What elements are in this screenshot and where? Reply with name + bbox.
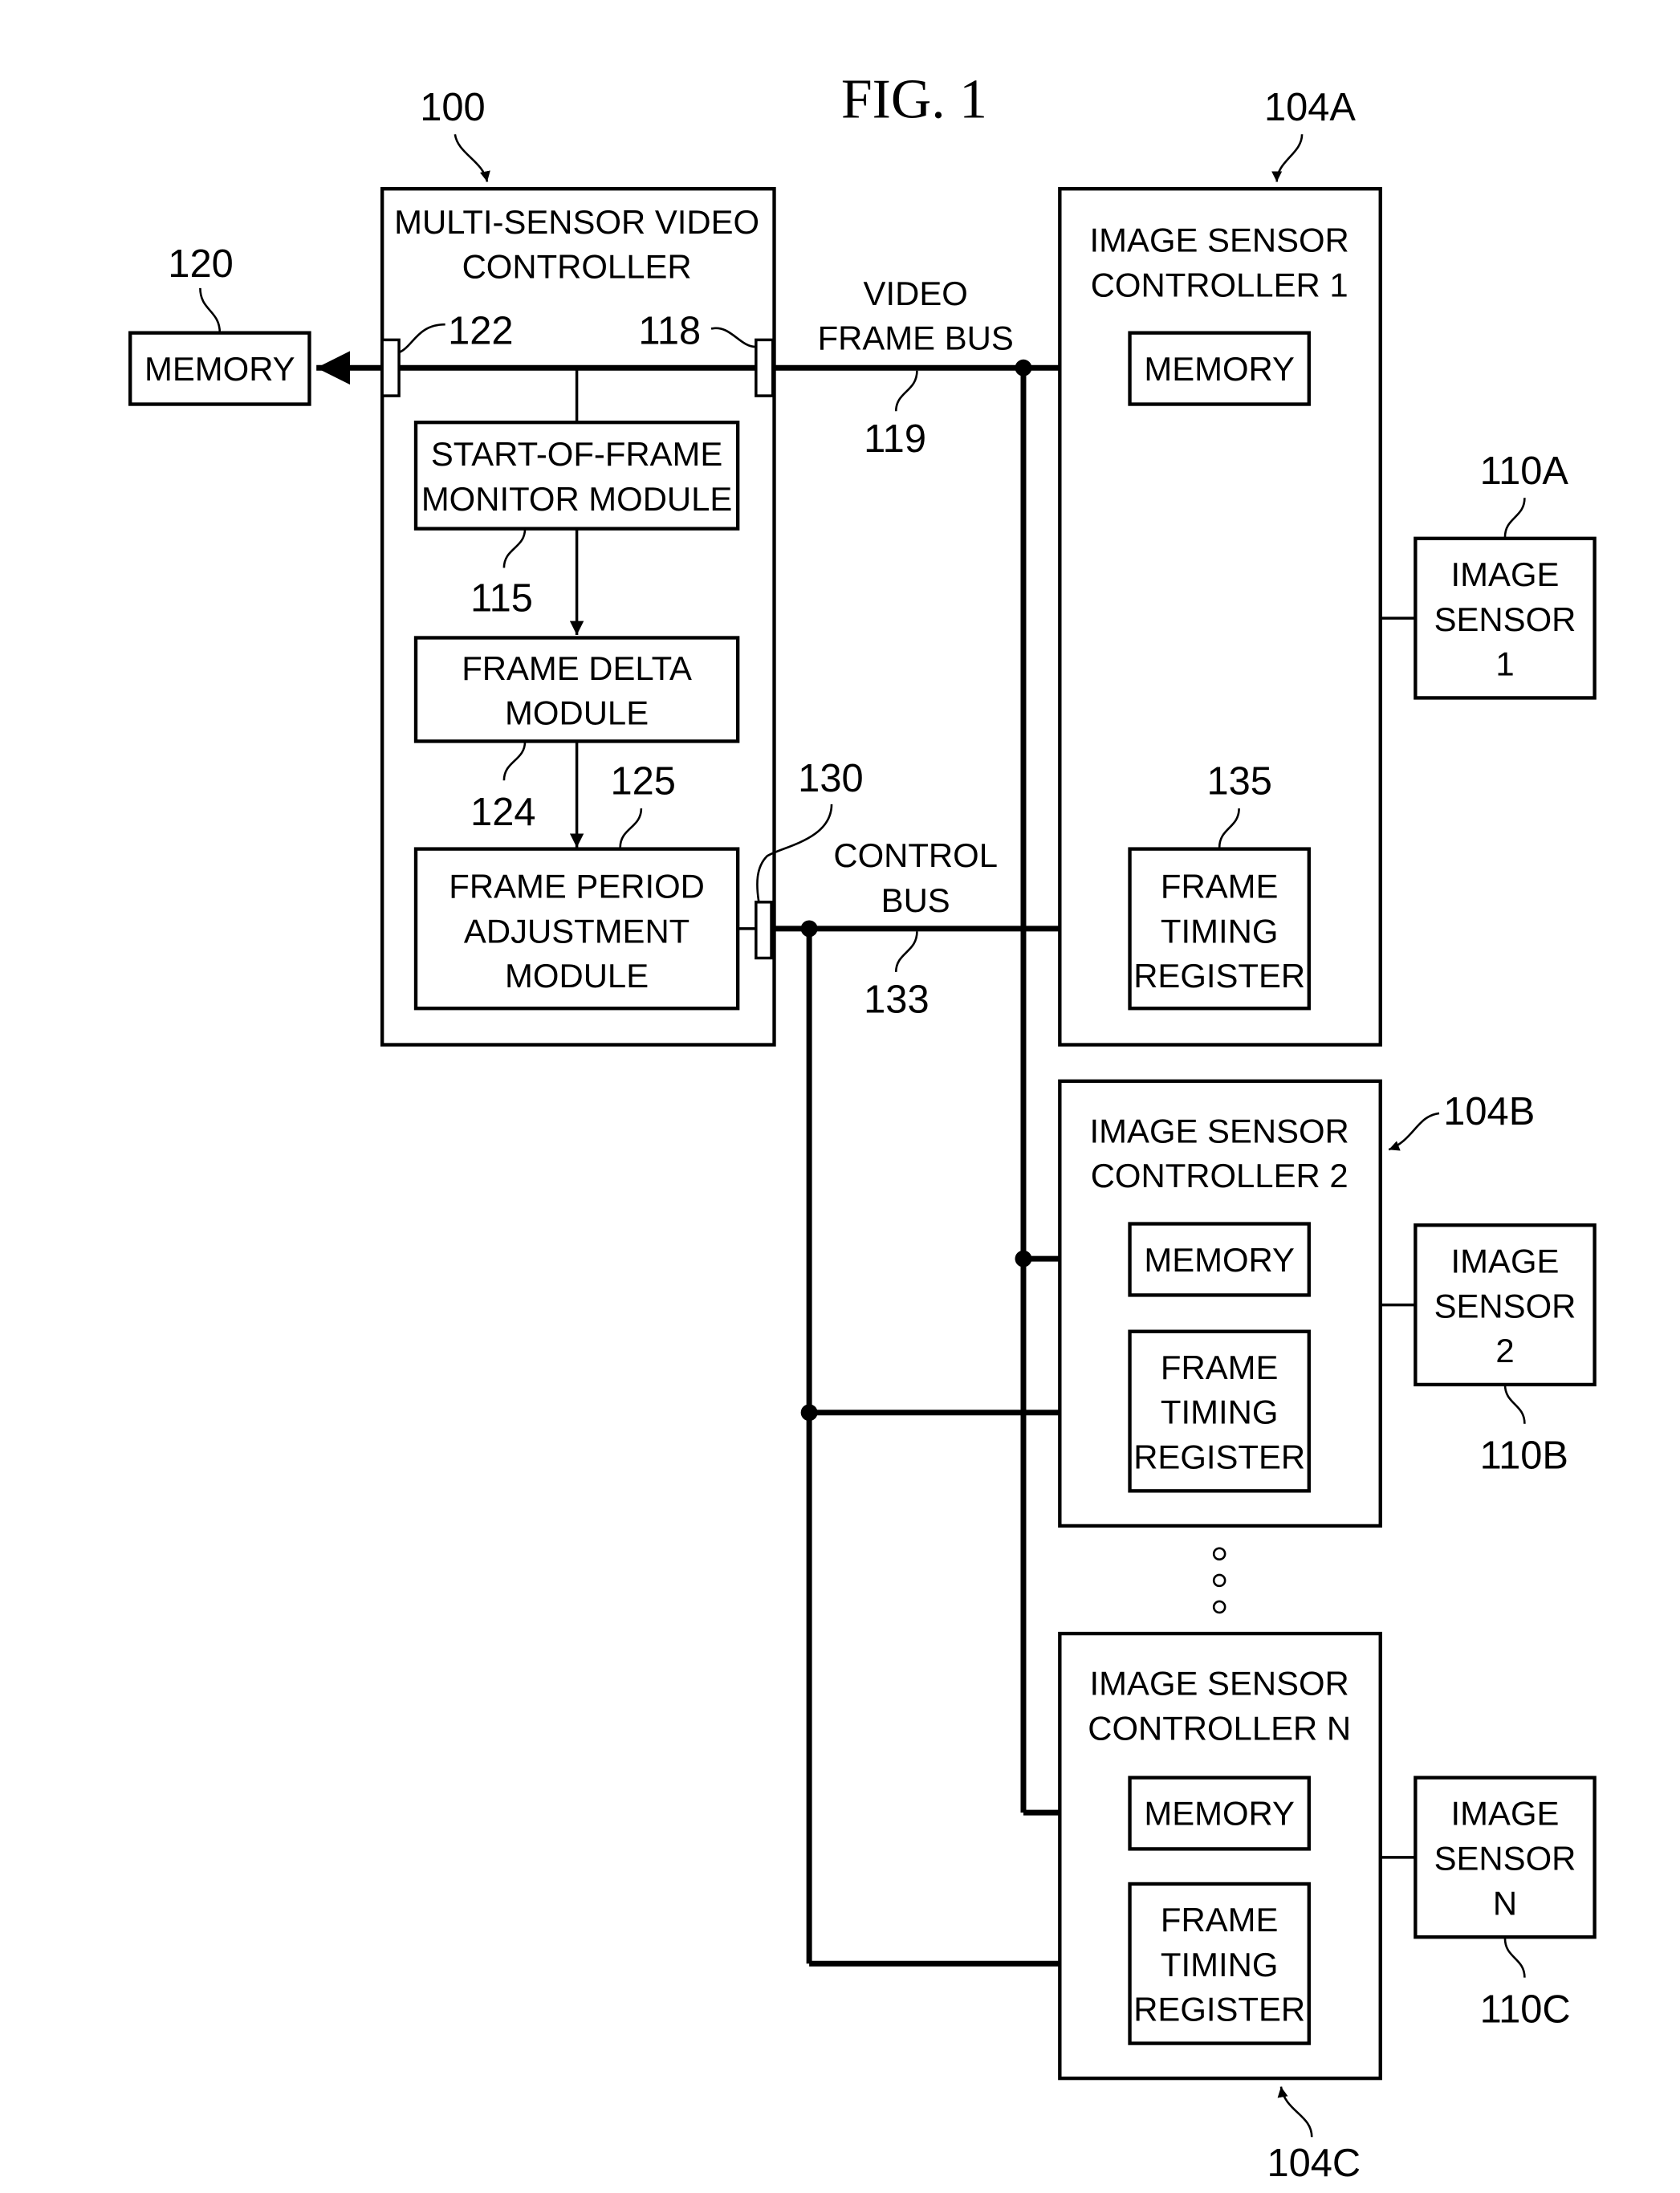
- iscn-title-line1: IMAGE SENSOR: [1090, 1665, 1349, 1703]
- leader-110b: [1503, 1384, 1526, 1424]
- isc2-memory-label: MEMORY: [1144, 1241, 1295, 1279]
- leader-133: [894, 931, 918, 973]
- leader-120: [199, 287, 222, 333]
- ref-104b: 104B: [1443, 1090, 1535, 1133]
- ref-100: 100: [420, 86, 485, 129]
- isc1-title-line1: IMAGE SENSOR: [1090, 222, 1349, 259]
- ref-120: 120: [168, 242, 233, 286]
- sensorn-line1: IMAGE: [1451, 1795, 1560, 1833]
- delta-line1: FRAME DELTA: [462, 649, 692, 687]
- isc2-title-line1: IMAGE SENSOR: [1090, 1113, 1349, 1150]
- sensorn-line2: SENSOR: [1434, 1840, 1576, 1878]
- controller-title-line2: CONTROLLER: [462, 248, 692, 286]
- figure-title: FIG. 1: [841, 68, 987, 130]
- external-memory-label: MEMORY: [144, 350, 295, 388]
- sensor2-line2: SENSOR: [1434, 1287, 1576, 1324]
- isc2-title-line2: CONTROLLER 2: [1091, 1157, 1348, 1194]
- ref-124: 124: [470, 791, 535, 834]
- sof-line2: MONITOR MODULE: [421, 480, 733, 518]
- delta-line2: MODULE: [505, 694, 649, 732]
- leader-110c: [1503, 1938, 1526, 1978]
- isc1-memory-label: MEMORY: [1144, 350, 1295, 388]
- sensor2-line1: IMAGE: [1451, 1243, 1560, 1280]
- ref-130: 130: [798, 757, 863, 800]
- leader-104a: [1271, 134, 1304, 182]
- ref-125: 125: [610, 760, 675, 804]
- image-sensor-controller-1: IMAGE SENSOR CONTROLLER 1 MEMORY FRAME T…: [1058, 187, 1382, 1047]
- sensor2-line3: 2: [1495, 1332, 1514, 1369]
- leader-110a: [1503, 498, 1526, 538]
- sof-line1: START-OF-FRAME: [431, 435, 722, 473]
- ref-122: 122: [448, 310, 513, 353]
- isc1-ftr-line1: FRAME: [1161, 868, 1278, 905]
- ref-104a: 104A: [1264, 86, 1356, 129]
- ref-133: 133: [864, 978, 929, 1021]
- ref-104c: 104C: [1267, 2142, 1361, 2185]
- junction-video-1: [1015, 359, 1032, 376]
- image-sensor-controller-2: IMAGE SENSOR CONTROLLER 2 MEMORY FRAME T…: [1058, 1079, 1382, 1528]
- sensor1-line1: IMAGE: [1451, 555, 1560, 593]
- ref-115: 115: [470, 576, 533, 620]
- sensorn-line3: N: [1493, 1884, 1517, 1922]
- isc1-ftr-line3: REGISTER: [1133, 957, 1305, 995]
- isc1-title-line2: CONTROLLER 1: [1091, 266, 1348, 303]
- leader-104b: [1388, 1112, 1440, 1151]
- ref-118: 118: [638, 310, 701, 353]
- isc2-ftr-line2: TIMING: [1161, 1394, 1278, 1431]
- image-sensor-controller-n: IMAGE SENSOR CONTROLLER N MEMORY FRAME T…: [1058, 1631, 1382, 2081]
- iscn-ftr-line2: TIMING: [1161, 1946, 1278, 1983]
- iscn-ftr-line3: REGISTER: [1133, 1991, 1305, 2028]
- block-diagram: FIG. 1 MULTI-SENSOR VIDEO CONTROLLER 100…: [128, 68, 1597, 2185]
- port-118: [755, 338, 775, 397]
- sensor1-line2: SENSOR: [1434, 600, 1576, 638]
- control-bus-label-line2: BUS: [881, 881, 950, 919]
- controller-title-line1: MULTI-SENSOR VIDEO: [394, 203, 759, 241]
- ref-110a: 110A: [1480, 450, 1569, 493]
- ref-110c: 110C: [1480, 1988, 1571, 2031]
- leader-100: [454, 134, 490, 182]
- ref-135: 135: [1206, 760, 1271, 804]
- ellipsis-dot-1: [1212, 1547, 1226, 1561]
- ellipsis-dot-2: [1212, 1573, 1226, 1588]
- isc2-ftr-line3: REGISTER: [1133, 1438, 1305, 1475]
- iscn-title-line2: CONTROLLER N: [1088, 1709, 1351, 1747]
- iscn-memory-label: MEMORY: [1144, 1795, 1295, 1833]
- ref-110b: 110B: [1480, 1434, 1568, 1477]
- port-130: [755, 901, 773, 960]
- junction-video-2: [1015, 1250, 1032, 1267]
- ref-119: 119: [864, 417, 926, 461]
- period-line3: MODULE: [505, 957, 649, 995]
- junction-control-1: [800, 920, 818, 938]
- video-bus-label-line2: FRAME BUS: [818, 319, 1014, 357]
- port-122: [380, 338, 401, 397]
- iscn-ftr-line1: FRAME: [1161, 1901, 1278, 1939]
- isc1-ftr-line2: TIMING: [1161, 912, 1278, 950]
- isc2-ftr-line1: FRAME: [1161, 1349, 1278, 1386]
- leader-104c: [1277, 2086, 1313, 2138]
- junction-control-2: [800, 1404, 818, 1422]
- ellipsis-dot-3: [1212, 1600, 1226, 1614]
- video-bus-label-line1: VIDEO: [864, 275, 968, 312]
- control-bus-label-line1: CONTROL: [833, 836, 998, 874]
- period-line1: FRAME PERIOD: [449, 868, 705, 905]
- sensor1-line3: 1: [1495, 645, 1514, 683]
- period-line2: ADJUSTMENT: [464, 912, 689, 950]
- leader-119: [894, 370, 918, 412]
